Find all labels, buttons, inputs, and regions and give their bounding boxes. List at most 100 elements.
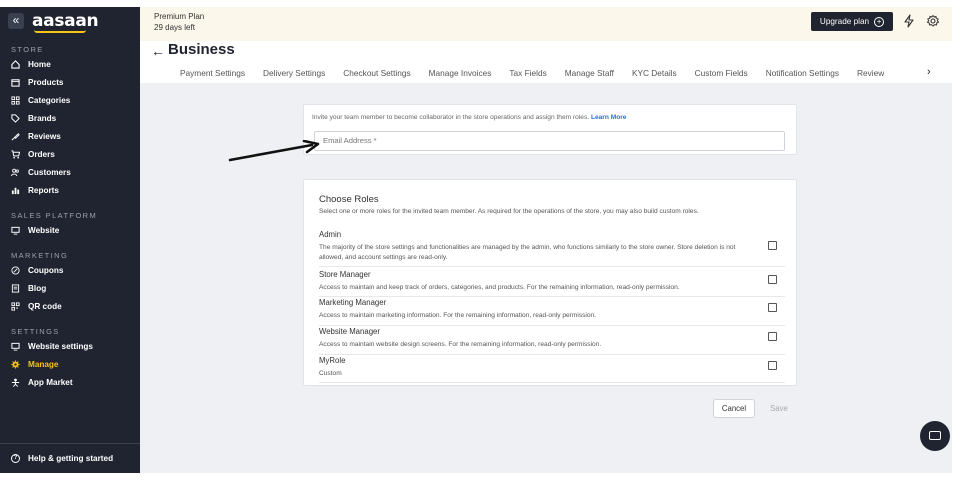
sidebar-item-coupons[interactable]: Coupons <box>0 261 140 279</box>
roles-title: Choose Roles <box>319 194 379 205</box>
sidebar-item-label: Home <box>28 59 51 69</box>
role-checkbox-marketing-manager[interactable] <box>768 303 777 312</box>
sidebar-item-label: Website settings <box>28 341 93 351</box>
invite-instructions: Invite your team member to become collab… <box>312 114 626 121</box>
tab-checkout-settings[interactable]: Checkout Settings <box>343 68 410 78</box>
gear-icon <box>11 359 20 369</box>
cart-icon <box>11 149 21 159</box>
upgrade-plan-button[interactable]: Upgrade plan + <box>811 12 893 31</box>
section-title-store: STORE <box>11 45 44 54</box>
role-name: Website Manager <box>319 327 380 336</box>
chat-icon <box>929 431 941 440</box>
gear-icon[interactable] <box>926 14 940 28</box>
back-arrow-icon[interactable]: ← <box>151 43 165 59</box>
role-description: Access to maintain and keep track of ord… <box>319 284 680 291</box>
sidebar-item-orders[interactable]: Orders <box>0 145 140 163</box>
sidebar-item-app-market[interactable]: App Market <box>0 373 140 391</box>
role-description: The majority of the store settings and f… <box>319 244 736 261</box>
save-button[interactable]: Save <box>765 399 793 418</box>
page-header: ← Business Payment Settings Delivery Set… <box>140 41 952 83</box>
role-row-marketing-manager: Marketing Manager Access to maintain mar… <box>319 298 785 326</box>
tab-custom-fields[interactable]: Custom Fields <box>695 68 748 78</box>
role-description: Custom <box>319 370 342 377</box>
sidebar-item-customers[interactable]: Customers <box>0 163 140 181</box>
cancel-button[interactable]: Cancel <box>713 399 755 418</box>
document-icon <box>11 283 20 293</box>
monitor-icon <box>11 226 20 235</box>
chat-support-button[interactable] <box>920 421 950 451</box>
sidebar-item-reports[interactable]: Reports <box>0 181 140 199</box>
role-checkbox-website-manager[interactable] <box>768 332 777 341</box>
role-name: Store Manager <box>319 270 371 279</box>
learn-more-link[interactable]: Learn More <box>591 114 627 121</box>
email-field[interactable]: Email Address * <box>314 131 785 151</box>
sidebar-item-qr-code[interactable]: QR code <box>0 297 140 315</box>
tab-kyc-details[interactable]: KYC Details <box>632 68 677 78</box>
sidebar-item-label: Reports <box>28 185 59 195</box>
role-row-admin: Admin The majority of the store settings… <box>319 230 785 267</box>
top-header: Premium Plan 29 days left Upgrade plan + <box>140 7 952 41</box>
plus-circle-icon: + <box>874 16 885 27</box>
upgrade-plan-label: Upgrade plan <box>819 17 870 26</box>
invite-text: Invite your team member to become collab… <box>312 114 590 121</box>
sidebar-header: « aasaan <box>0 7 140 35</box>
help-icon: ? <box>11 454 20 463</box>
sidebar-item-manage[interactable]: Manage <box>0 355 140 373</box>
role-name: Marketing Manager <box>319 298 387 307</box>
role-row-website-manager: Website Manager Access to maintain websi… <box>319 327 785 355</box>
logo-smile <box>34 30 86 33</box>
tab-payment-settings[interactable]: Payment Settings <box>180 68 245 78</box>
logo-text: aasaan <box>32 11 99 31</box>
tab-review[interactable]: Review <box>857 68 884 78</box>
person-star-icon <box>11 378 20 387</box>
brand-logo[interactable]: aasaan <box>32 11 99 33</box>
sidebar-item-blog[interactable]: Blog <box>0 279 140 297</box>
qr-code-icon <box>11 301 20 311</box>
collapse-sidebar-button[interactable]: « <box>8 13 24 29</box>
page-title: Business <box>168 41 235 58</box>
help-link[interactable]: ? Help & getting started <box>0 443 140 473</box>
sidebar-item-label: Customers <box>28 167 71 177</box>
sidebar-item-products[interactable]: Products <box>0 73 140 91</box>
role-description: Access to maintain marketing information… <box>319 312 597 319</box>
sidebar-item-label: Website <box>28 225 60 235</box>
section-title-sales-platform: SALES PLATFORM <box>11 211 98 220</box>
role-row-myrole: MyRole Custom <box>319 356 785 383</box>
sidebar-item-categories[interactable]: Categories <box>0 91 140 109</box>
plan-info: Premium Plan 29 days left <box>154 11 204 33</box>
sidebar-item-reviews[interactable]: Reviews <box>0 127 140 145</box>
tab-tax-fields[interactable]: Tax Fields <box>509 68 546 78</box>
home-icon <box>11 59 20 69</box>
sidebar-item-label: Coupons <box>28 265 64 275</box>
sidebar-item-home[interactable]: Home <box>0 55 140 73</box>
tab-manage-invoices[interactable]: Manage Invoices <box>429 68 492 78</box>
sidebar-item-website[interactable]: Website <box>0 221 140 239</box>
role-name: Admin <box>319 230 342 239</box>
monitor-icon <box>11 342 20 351</box>
role-checkbox-store-manager[interactable] <box>768 275 777 284</box>
plan-days-left: 29 days left <box>154 23 195 32</box>
role-checkbox-myrole[interactable] <box>768 361 777 370</box>
help-label: Help & getting started <box>28 454 114 463</box>
annotation-arrow <box>228 140 320 162</box>
sidebar-item-label: Brands <box>28 113 57 123</box>
sidebar-item-brands[interactable]: Brands <box>0 109 140 127</box>
roles-card: Choose Roles Select one or more roles fo… <box>303 179 797 386</box>
sidebar-item-label: Products <box>28 77 64 87</box>
grid-icon <box>11 95 20 105</box>
sidebar: « aasaan STORE Home Products Categories … <box>0 7 140 473</box>
role-checkbox-admin[interactable] <box>768 241 777 250</box>
coupon-icon <box>11 265 20 275</box>
chevron-right-icon[interactable]: › <box>927 66 931 78</box>
bolt-icon[interactable] <box>902 14 916 28</box>
invite-card: Invite your team member to become collab… <box>303 104 797 155</box>
sidebar-item-website-settings[interactable]: Website settings <box>0 337 140 355</box>
tab-delivery-settings[interactable]: Delivery Settings <box>263 68 325 78</box>
sidebar-item-label: QR code <box>28 301 62 311</box>
tab-notification-settings[interactable]: Notification Settings <box>766 68 839 78</box>
tab-manage-staff[interactable]: Manage Staff <box>565 68 614 78</box>
plan-name: Premium Plan <box>154 12 205 21</box>
sidebar-item-label: Blog <box>28 283 47 293</box>
sidebar-item-label: Manage <box>28 359 59 369</box>
review-icon <box>11 132 20 141</box>
